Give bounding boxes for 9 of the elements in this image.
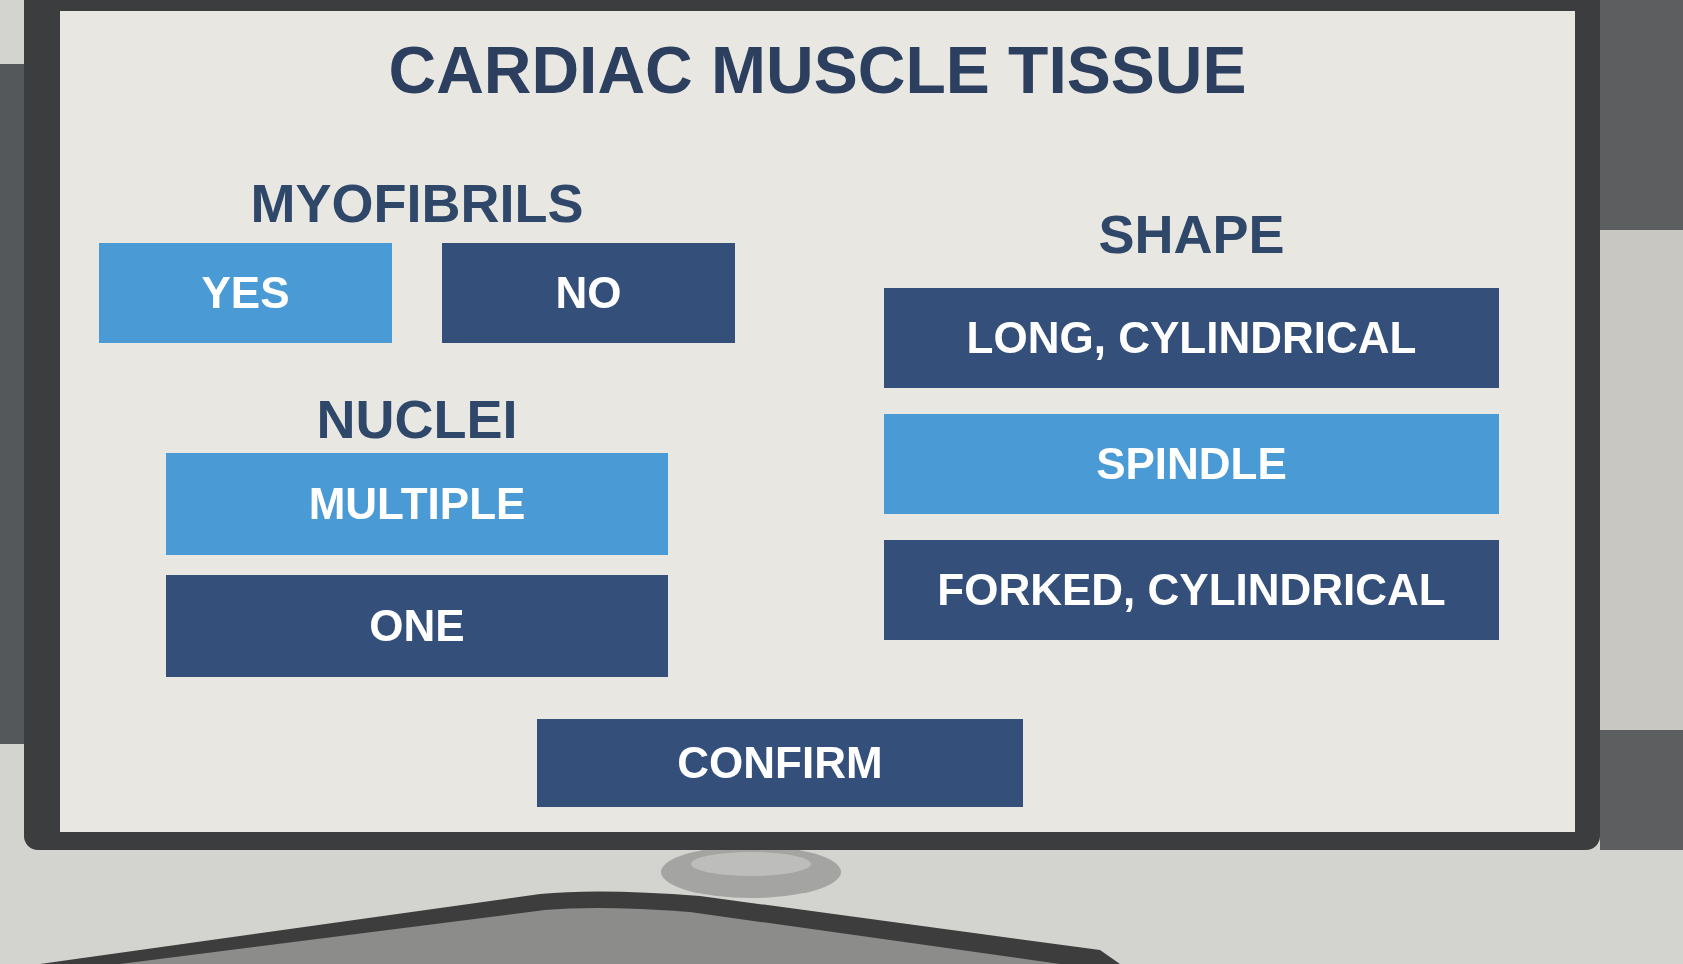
answer-button[interactable]: LONG, CYLINDRICAL: [884, 288, 1499, 388]
answer-button[interactable]: NO: [442, 243, 735, 343]
question-label: NUCLEI: [315, 393, 519, 445]
question-label: MYOFIBRILS: [249, 177, 585, 229]
screen-title: CARDIAC MUSCLE TISSUE: [387, 35, 1248, 105]
answer-button[interactable]: FORKED, CYLINDRICAL: [884, 540, 1499, 640]
confirm-button[interactable]: CONFIRM: [537, 719, 1023, 807]
answer-button[interactable]: ONE: [166, 575, 668, 677]
question-label: SHAPE: [1097, 208, 1286, 260]
